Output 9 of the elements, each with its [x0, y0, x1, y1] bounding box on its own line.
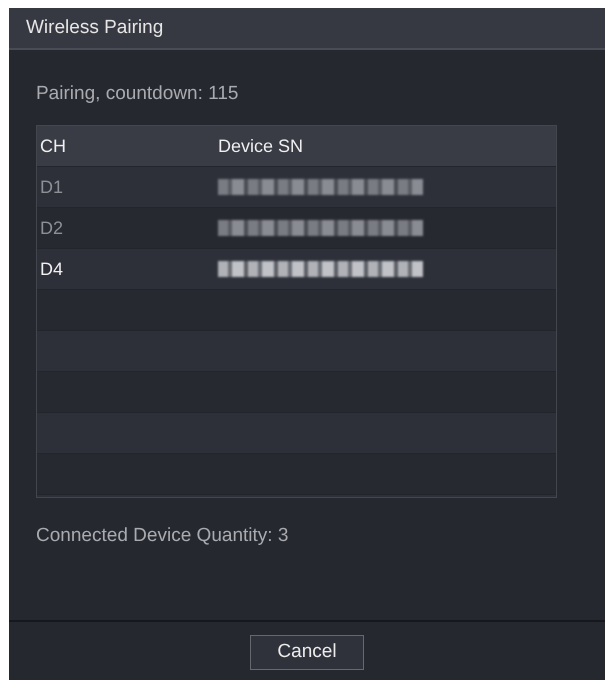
- channel-cell-text: D4: [39, 258, 64, 280]
- window-title: Wireless Pairing: [26, 16, 164, 40]
- column-header: Device SN: [218, 134, 304, 158]
- channel-cell-text: D1: [39, 176, 64, 198]
- column-header: CH: [39, 134, 67, 158]
- cancel-button[interactable]: Cancel: [250, 634, 364, 670]
- device-count-text: Connected Device Quantity: 3: [36, 524, 290, 548]
- countdown-text: Pairing, countdown: 115: [36, 82, 240, 106]
- channel-cell-text: D2: [39, 216, 64, 240]
